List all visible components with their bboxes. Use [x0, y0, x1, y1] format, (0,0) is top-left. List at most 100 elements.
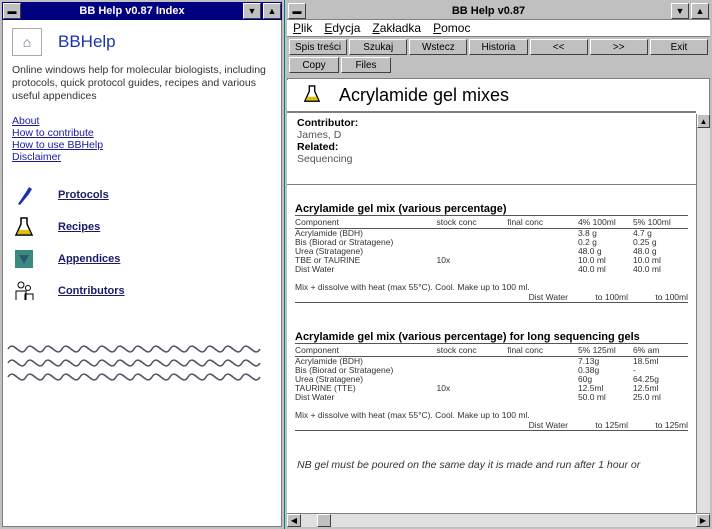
history-button[interactable]: Historia	[469, 39, 528, 55]
bbhelp-logo-icon: ⌂	[12, 28, 42, 56]
table-row: Dist Water 50.0 ml 25.0 ml	[295, 393, 688, 402]
index-sections: Protocols Recipes Appendices Contributor…	[2, 163, 282, 307]
table-cell: 40.0 ml	[632, 264, 661, 274]
table-header-cell: 5% 125ml	[577, 343, 633, 357]
table-cell	[507, 366, 578, 375]
section-recipes[interactable]: Recipes	[12, 211, 272, 243]
scroll-thumb[interactable]	[317, 514, 331, 527]
browse-back-button[interactable]: <<	[529, 39, 588, 55]
disclaimer-link[interactable]: Disclaimer	[12, 151, 272, 163]
vertical-scrollbar[interactable]: ▲	[696, 114, 710, 513]
minimize-button[interactable]: ▼	[671, 2, 689, 19]
table-cell	[507, 265, 578, 274]
section-protocols[interactable]: Protocols	[12, 179, 272, 211]
topic-content: Acrylamide gel mixes Contributor: James,…	[287, 80, 696, 513]
menu-bookmark[interactable]: Zakładka	[372, 21, 421, 35]
table2-final-label: Dist Water	[528, 420, 568, 430]
table-cell: Dist Water	[295, 392, 335, 402]
section-contributors-label: Contributors	[58, 285, 125, 297]
index-intro: Online windows help for molecular biolog…	[12, 64, 266, 102]
table-cell	[436, 366, 507, 375]
maximize-button[interactable]: ▲	[263, 3, 281, 19]
index-window: ▬ BB Help v0.87 Index ▼ ▲ ⌂ BBHelp Onlin…	[0, 0, 284, 529]
system-menu-button[interactable]: ▬	[288, 2, 306, 19]
related-link[interactable]: Sequencing	[297, 153, 686, 165]
maximize-button[interactable]: ▲	[691, 2, 709, 19]
menubar: Plik Edycja Zakładka Pomoc	[287, 20, 710, 37]
topic-meta: Contributor: James, D Related: Sequencin…	[287, 113, 696, 185]
related-label: Related:	[297, 141, 339, 153]
scroll-right-icon[interactable]: ▶	[696, 514, 710, 527]
toolbar-row-1: Spis treści Szukaj Wstecz Historia << >>…	[289, 39, 708, 55]
minimize-button[interactable]: ▼	[243, 3, 261, 19]
search-button[interactable]: Szukaj	[349, 39, 408, 55]
table-cell: 10x	[436, 255, 451, 265]
help-titlebar[interactable]: ▬ BB Help v0.87 ▼ ▲	[287, 2, 710, 20]
index-title: BBHelp	[58, 32, 116, 51]
table-cell	[507, 384, 578, 393]
table1: Component stock conc final conc 4% 100ml…	[295, 215, 688, 274]
table-cell	[507, 375, 578, 384]
help-window: ▬ BB Help v0.87 ▼ ▲ Plik Edycja Zakładka…	[285, 0, 712, 529]
table-header-row: Component stock conc final conc 5% 125ml…	[295, 343, 688, 357]
copy-button[interactable]: Copy	[289, 57, 339, 73]
index-titlebar[interactable]: ▬ BB Help v0.87 Index ▼ ▲	[2, 2, 282, 20]
table-header-cell: 4% 100ml	[577, 215, 633, 229]
menu-edit[interactable]: Edycja	[324, 21, 360, 35]
how-to-contribute-link[interactable]: How to contribute	[12, 127, 272, 139]
index-header: ⌂ BBHelp	[2, 20, 282, 62]
toolbar: Spis treści Szukaj Wstecz Historia << >>…	[287, 37, 710, 79]
system-menu-button[interactable]: ▬	[3, 3, 21, 19]
table-cell: 25.0 ml	[632, 392, 661, 402]
scroll-up-icon[interactable]: ▲	[697, 114, 710, 128]
topic-title: Acrylamide gel mixes	[339, 85, 510, 105]
scroll-left-icon[interactable]: ◀	[287, 514, 301, 527]
table-block-2: Acrylamide gel mix (various percentage) …	[287, 331, 696, 431]
section-recipes-label: Recipes	[58, 221, 101, 233]
flask-icon	[303, 84, 321, 107]
table-header-cell: Component	[295, 343, 437, 357]
people-icon	[12, 279, 36, 303]
table2-note: Mix + dissolve with heat (max 55°C). Coo…	[295, 410, 530, 420]
table-header-row: Component stock conc final conc 4% 100ml…	[295, 215, 688, 229]
back-button[interactable]: Wstecz	[409, 39, 468, 55]
table-header-cell: final conc	[507, 215, 578, 229]
table-row: TAURINE (TTE) 10x 12.5ml 12.5ml	[295, 384, 688, 393]
menu-file[interactable]: Plik	[293, 21, 312, 35]
exit-button[interactable]: Exit	[649, 39, 708, 55]
table-cell	[507, 256, 578, 265]
table2-final-value: to 125ml	[655, 420, 688, 430]
about-link[interactable]: About	[12, 115, 272, 127]
table-cell: 10x	[436, 383, 451, 393]
table1-title: Acrylamide gel mix (various percentage)	[295, 203, 507, 215]
table1-final-value: to 100ml	[655, 292, 688, 302]
table-cell	[507, 229, 578, 239]
table2-title: Acrylamide gel mix (various percentage) …	[295, 331, 640, 343]
browse-forward-button[interactable]: >>	[589, 39, 648, 55]
section-appendices[interactable]: Appendices	[12, 243, 272, 275]
table-cell	[436, 393, 507, 402]
table-block-1: Acrylamide gel mix (various percentage) …	[287, 203, 696, 303]
contents-button[interactable]: Spis treści	[289, 39, 348, 55]
table2-final-value: to 125ml	[595, 420, 628, 430]
table-cell: 50.0 ml	[577, 392, 606, 402]
dna-decoration	[2, 337, 282, 390]
flask-icon	[12, 215, 36, 239]
contributor-label: Contributor:	[297, 117, 359, 129]
table-header-cell: Component	[295, 215, 437, 229]
topic-header: Acrylamide gel mixes	[287, 80, 696, 113]
table-header-cell: 6% am	[632, 343, 688, 357]
index-window-title: BB Help v0.87 Index	[79, 5, 185, 17]
table-cell	[436, 229, 507, 239]
horizontal-scrollbar[interactable]: ◀ ▶	[287, 513, 710, 527]
section-contributors[interactable]: Contributors	[12, 275, 272, 307]
table1-final-label: Dist Water	[528, 292, 568, 302]
table-header-cell: stock conc	[436, 215, 508, 229]
index-links: About How to contribute How to use BBHel…	[2, 103, 282, 163]
help-window-title: BB Help v0.87	[451, 4, 526, 17]
table-cell: 18.5ml	[632, 356, 659, 366]
menu-help[interactable]: Pomoc	[433, 21, 470, 35]
files-button[interactable]: Files	[341, 57, 391, 73]
how-to-use-link[interactable]: How to use BBHelp	[12, 139, 272, 151]
table-header-cell: 5% 100ml	[632, 215, 688, 229]
